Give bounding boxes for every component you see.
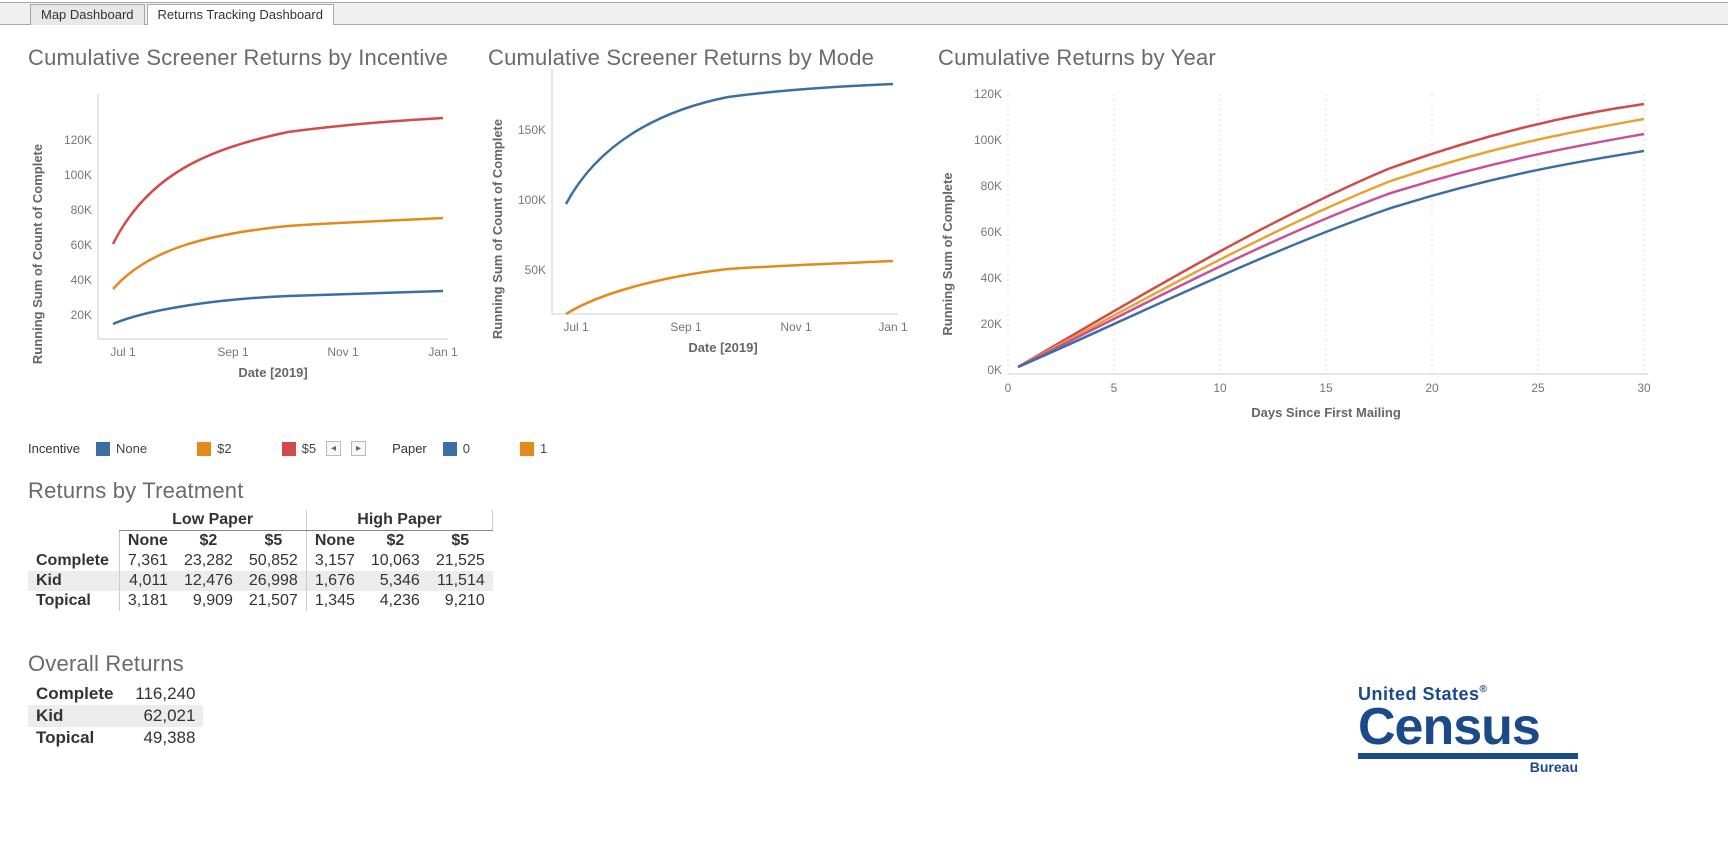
col-header: $2 — [176, 531, 241, 552]
legend-text: 1 — [540, 441, 547, 456]
chart-incentive: Cumulative Screener Returns by Incentive… — [28, 45, 458, 439]
legend-next-button[interactable]: ▸ — [351, 441, 366, 456]
svg-text:0: 0 — [1005, 381, 1012, 395]
tab-returns-tracking[interactable]: Returns Tracking Dashboard — [147, 4, 334, 25]
legend-item-5[interactable]: $5 — [282, 441, 316, 456]
svg-text:100K: 100K — [64, 168, 92, 182]
svg-text:Running Sum of Complete: Running Sum of Complete — [940, 173, 955, 336]
legend-text: 0 — [463, 441, 470, 456]
svg-text:0K: 0K — [987, 363, 1002, 377]
svg-text:120K: 120K — [64, 133, 92, 147]
legend-item-paper1[interactable]: 1 — [520, 441, 547, 456]
table-row: Complete 116,240 — [28, 683, 203, 705]
legend-text: $5 — [302, 441, 316, 456]
legend-paper-label: Paper — [392, 441, 427, 456]
svg-text:80K: 80K — [981, 179, 1002, 193]
svg-text:60K: 60K — [981, 225, 1002, 239]
legend-prev-button[interactable]: ◂ — [326, 441, 341, 456]
swatch-icon — [282, 442, 296, 456]
swatch-icon — [96, 442, 110, 456]
col-header: $2 — [363, 531, 428, 552]
legend-item-paper0[interactable]: 0 — [443, 441, 470, 456]
legend-item-2[interactable]: $2 — [197, 441, 231, 456]
svg-text:40K: 40K — [981, 271, 1002, 285]
svg-text:Running Sum of Count of Comple: Running Sum of Count of Complete — [30, 144, 45, 364]
svg-text:15: 15 — [1319, 381, 1333, 395]
svg-text:Jan 1: Jan 1 — [878, 320, 908, 334]
chart-year-title: Cumulative Returns by Year — [938, 45, 1658, 70]
svg-text:50K: 50K — [525, 263, 546, 277]
logo-main-text: Census — [1358, 705, 1578, 751]
svg-text:Date [2019]: Date [2019] — [238, 365, 307, 380]
legend-text: $2 — [217, 441, 231, 456]
chart-year: Cumulative Returns by Year Running Sum o… — [938, 45, 1658, 439]
svg-text:10: 10 — [1213, 381, 1227, 395]
svg-text:80K: 80K — [71, 203, 92, 217]
svg-text:20K: 20K — [981, 317, 1002, 331]
chart-incentive-title: Cumulative Screener Returns by Incentive — [28, 45, 458, 70]
svg-text:150K: 150K — [518, 123, 546, 137]
col-group-low: Low Paper — [119, 510, 306, 531]
chart-mode: Cumulative Screener Returns by Mode Runn… — [488, 45, 908, 439]
returns-treatment-title: Returns by Treatment — [28, 478, 1700, 504]
svg-text:Jul 1: Jul 1 — [563, 320, 589, 334]
legend-row: Incentive None $2 $5 ◂ ▸ Paper 0 1 — [28, 441, 1700, 456]
svg-text:Sep 1: Sep 1 — [670, 320, 702, 334]
table-row: Topical 49,388 — [28, 727, 203, 749]
svg-text:Nov 1: Nov 1 — [327, 345, 359, 359]
svg-text:60K: 60K — [71, 238, 92, 252]
svg-text:25: 25 — [1531, 381, 1545, 395]
overall-returns-title: Overall Returns — [28, 651, 1700, 677]
swatch-icon — [197, 442, 211, 456]
col-header: None — [119, 531, 176, 552]
chart-year-plot: Running Sum of Complete 0K 20K 40K 60K 8… — [938, 74, 1658, 434]
svg-text:100K: 100K — [974, 133, 1002, 147]
table-row: Kid 62,021 — [28, 705, 203, 727]
tab-bar: Map Dashboard Returns Tracking Dashboard — [0, 2, 1728, 25]
svg-text:Jan 1: Jan 1 — [428, 345, 458, 359]
svg-text:5: 5 — [1111, 381, 1118, 395]
tab-map-dashboard[interactable]: Map Dashboard — [30, 4, 145, 25]
svg-text:30: 30 — [1637, 381, 1651, 395]
col-header: $5 — [241, 531, 306, 552]
legend-incentive-label: Incentive — [28, 441, 80, 456]
svg-text:20: 20 — [1425, 381, 1439, 395]
svg-text:Running Sum of Count of Comple: Running Sum of Count of Complete — [490, 119, 505, 339]
census-logo: United States® Census Bureau — [1358, 684, 1578, 775]
swatch-icon — [443, 442, 457, 456]
dashboard-content: Cumulative Screener Returns by Incentive… — [0, 25, 1728, 759]
legend-item-none[interactable]: None — [96, 441, 147, 456]
chart-mode-plot: Running Sum of Count of Complete 50K 100… — [488, 49, 908, 359]
col-header: None — [306, 531, 363, 552]
returns-treatment-table: Low Paper High Paper None $2 $5 None $2 … — [28, 510, 493, 611]
svg-text:40K: 40K — [71, 273, 92, 287]
chart-incentive-plot: Running Sum of Count of Complete 20K 40K… — [28, 74, 458, 384]
svg-text:100K: 100K — [518, 193, 546, 207]
col-header: $5 — [428, 531, 493, 552]
svg-text:Days Since First Mailing: Days Since First Mailing — [1251, 405, 1401, 420]
svg-text:Jul 1: Jul 1 — [110, 345, 136, 359]
swatch-icon — [520, 442, 534, 456]
logo-bureau-text: Bureau — [1358, 759, 1578, 775]
table-row: Kid 4,011 12,476 26,998 1,676 5,346 11,5… — [28, 571, 493, 591]
svg-text:Nov 1: Nov 1 — [780, 320, 812, 334]
table-row: Topical 3,181 9,909 21,507 1,345 4,236 9… — [28, 591, 493, 611]
col-group-high: High Paper — [306, 510, 492, 531]
table-row: Complete 7,361 23,282 50,852 3,157 10,06… — [28, 551, 493, 571]
svg-text:Sep 1: Sep 1 — [217, 345, 249, 359]
svg-text:Date [2019]: Date [2019] — [688, 340, 757, 355]
svg-text:120K: 120K — [974, 87, 1002, 101]
overall-returns-table: Complete 116,240 Kid 62,021 Topical 49,3… — [28, 683, 203, 749]
legend-text: None — [116, 441, 147, 456]
svg-text:20K: 20K — [71, 308, 92, 322]
